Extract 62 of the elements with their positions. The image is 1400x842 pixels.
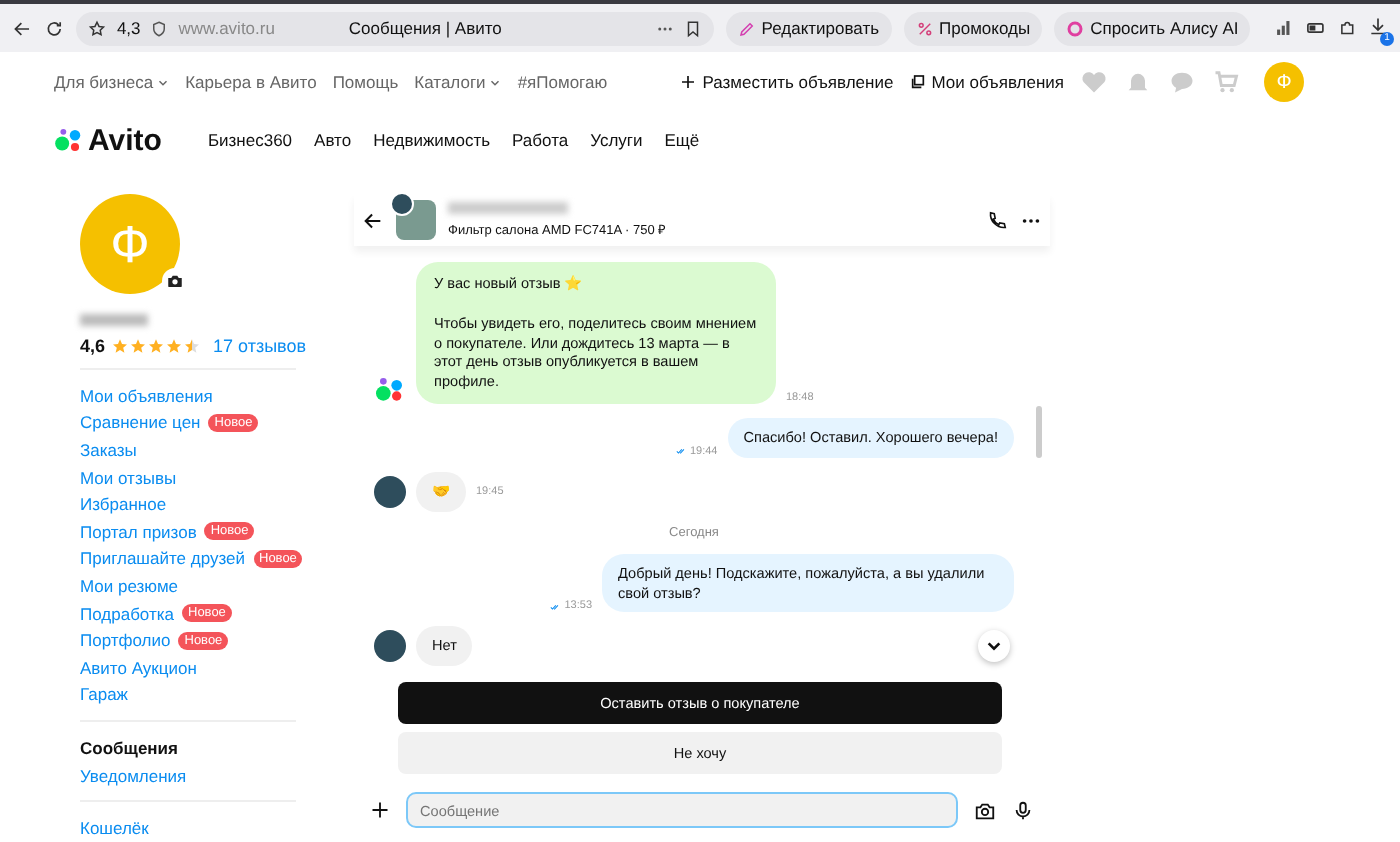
phone-icon[interactable] <box>986 209 1008 231</box>
my-ads-link[interactable]: Мои объявления <box>909 72 1064 92</box>
bookmark-icon[interactable] <box>683 19 702 37</box>
menu-item[interactable]: Гараж <box>80 681 304 709</box>
microphone-icon[interactable] <box>1012 799 1034 821</box>
category-link[interactable]: Недвижимость <box>373 130 491 150</box>
signal-icon[interactable] <box>1274 18 1294 38</box>
chevron-icon <box>155 75 170 89</box>
toolbar-button[interactable]: Редактировать <box>725 11 892 45</box>
copy-icon <box>909 74 926 90</box>
toolbar-button[interactable]: Промокоды <box>903 11 1043 45</box>
menu-item[interactable]: Заказы <box>80 436 304 464</box>
url-text: www.avito.ru <box>178 18 275 38</box>
shield-icon <box>150 19 169 37</box>
plus-icon <box>680 74 697 90</box>
category-link[interactable]: Услуги <box>590 130 643 150</box>
category-link[interactable]: Бизнес360 <box>207 130 293 150</box>
back-icon[interactable] <box>12 17 33 39</box>
menu-item[interactable]: Сообщения <box>80 734 304 762</box>
ring-icon <box>1066 19 1085 37</box>
reload-icon[interactable] <box>44 17 65 39</box>
avito-logo[interactable]: Avito <box>54 123 162 157</box>
menu-item[interactable]: Авито Аукцион <box>80 653 304 682</box>
nav-link[interactable]: #яПомогаю <box>517 72 608 92</box>
nav-link[interactable]: Карьера в Авито <box>185 72 317 92</box>
nav-link[interactable]: Каталоги <box>414 72 502 92</box>
menu-item[interactable]: Мои объявления <box>80 382 304 410</box>
dots-icon <box>54 126 82 154</box>
toolbar-button[interactable]: Спросить Алису AI <box>1054 11 1251 45</box>
category-link[interactable]: Авто <box>314 130 352 150</box>
percent-icon <box>915 19 934 37</box>
address-bar[interactable]: 4,3 www.avito.ru Сообщения | Авито <box>76 11 714 45</box>
menu-item[interactable]: Избранное <box>80 490 304 518</box>
menu-item[interactable]: Мои резюме <box>80 572 304 600</box>
pencil-icon <box>737 19 756 37</box>
battery-icon[interactable] <box>1305 18 1326 38</box>
blurred-name <box>80 314 148 326</box>
blurred-name <box>448 202 568 214</box>
user-avatar <box>374 475 406 508</box>
page-title: Сообщения | Авито <box>346 18 504 38</box>
profile-avatar: Ф <box>80 194 180 294</box>
user-avatar <box>374 630 406 663</box>
chevron-icon <box>487 75 502 89</box>
back-arrow-icon[interactable] <box>362 209 384 231</box>
download-icon[interactable] <box>1368 16 1389 36</box>
nav-link[interactable]: Для бизнеса <box>54 72 170 92</box>
category-link[interactable]: Ещё <box>664 130 700 150</box>
scroll-down-icon[interactable] <box>978 630 1010 662</box>
plus-icon[interactable] <box>370 800 390 820</box>
nav-link[interactable]: Помощь <box>332 72 399 92</box>
avito-dots-icon <box>374 372 406 405</box>
category-link[interactable]: Работа <box>512 130 569 150</box>
reviews-link[interactable]: 17 отзывов <box>213 336 307 356</box>
scrollbar-thumb[interactable] <box>1036 406 1042 458</box>
rating-value: 4,6 <box>80 336 106 356</box>
menu-item[interactable]: Кошелёк <box>80 814 304 842</box>
star-icon <box>88 19 107 37</box>
camera-icon[interactable] <box>974 799 996 821</box>
menu-item[interactable]: Уведомления <box>80 761 304 789</box>
site-rating: 4,3 <box>116 18 141 38</box>
post-ad-link[interactable]: Разместить объявление <box>680 72 894 92</box>
menu-item[interactable]: Мои отзывы <box>80 463 304 491</box>
